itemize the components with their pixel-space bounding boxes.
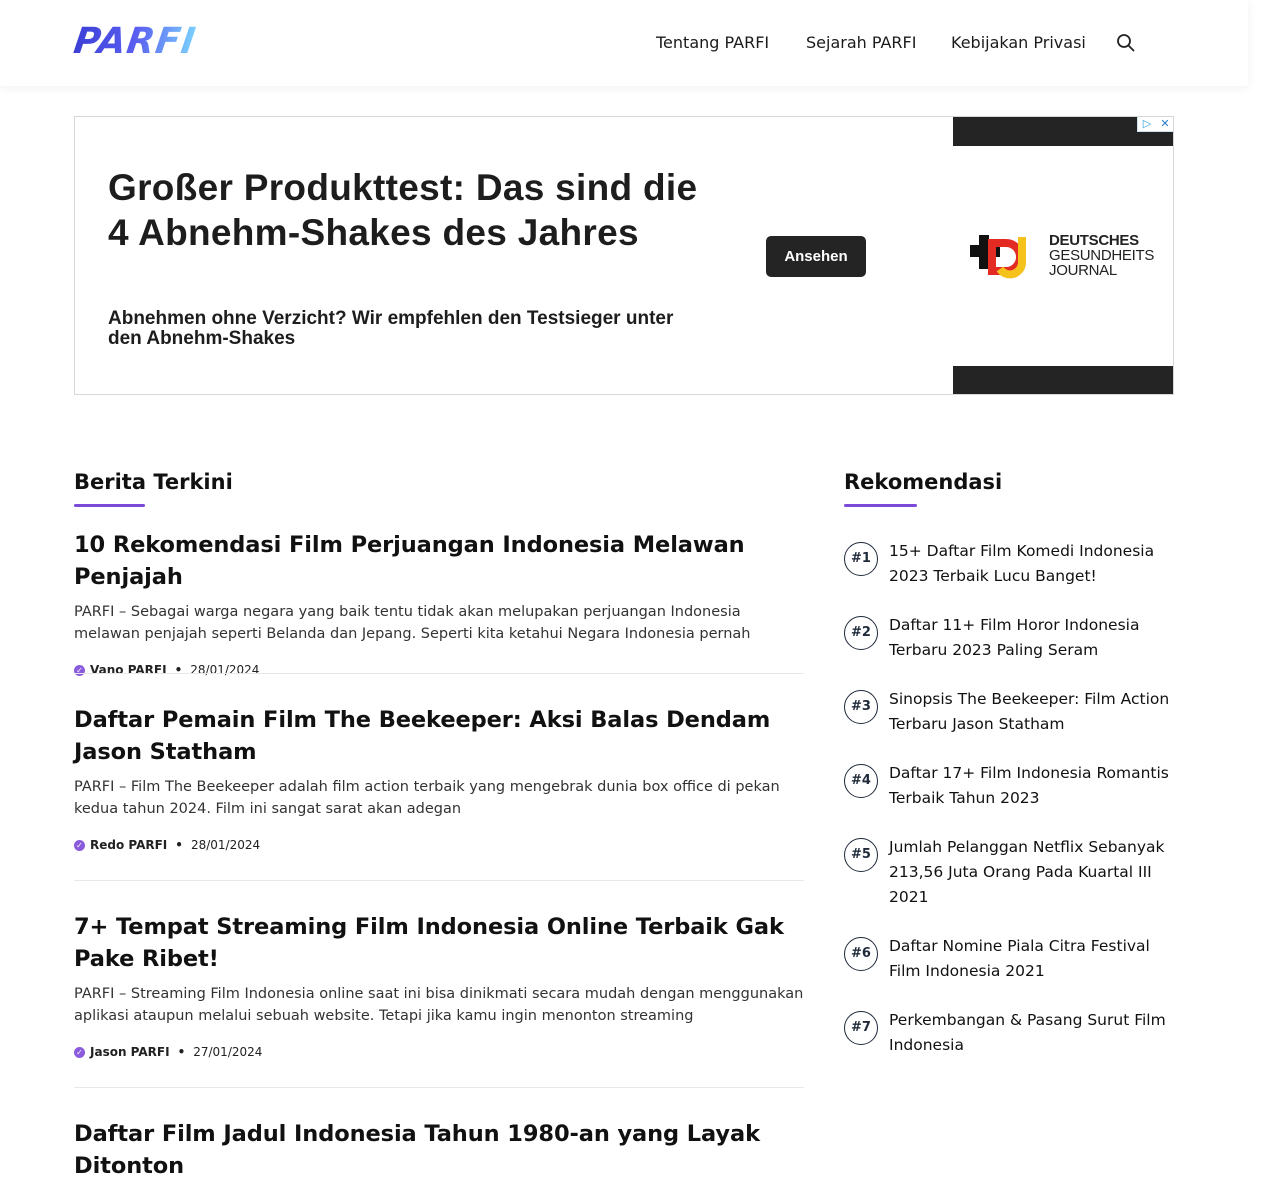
article-meta: ✓ Vano PARFI • 28/01/2024 xyxy=(74,662,804,678)
article-card: Daftar Pemain Film The Beekeeper: Aksi B… xyxy=(74,704,804,853)
close-icon[interactable]: ✕ xyxy=(1156,117,1173,132)
rank-badge: #2 xyxy=(844,616,878,650)
search-icon xyxy=(1117,34,1135,52)
rank-badge: #7 xyxy=(844,1011,878,1045)
article-card: Daftar Film Jadul Indonesia Tahun 1980-a… xyxy=(74,1118,804,1182)
article-title[interactable]: 7+ Tempat Streaming Film Indonesia Onlin… xyxy=(74,911,804,975)
article-card: 10 Rekomendasi Film Perjuangan Indonesia… xyxy=(74,529,804,678)
article-meta: ✓ Jason PARFI • 27/01/2024 xyxy=(74,1044,804,1060)
section-underline xyxy=(74,504,145,507)
article-divider xyxy=(74,880,804,881)
nav-link-tentang[interactable]: Tentang PARFI xyxy=(656,32,769,54)
article-date: 28/01/2024 xyxy=(190,663,260,677)
brand-logo-icon xyxy=(970,235,1026,279)
recommendation-title[interactable]: Sinopsis The Beekeeper: Film Action Terb… xyxy=(889,687,1174,737)
article-date: 28/01/2024 xyxy=(190,838,261,852)
article-title[interactable]: 10 Rekomendasi Film Perjuangan Indonesia… xyxy=(74,529,804,593)
meta-separator: • xyxy=(177,1045,186,1059)
ad-brand-name: DEUTSCHES GESUNDHEITS JOURNAL xyxy=(1049,233,1169,278)
ad-brand-line-1: DEUTSCHES xyxy=(1049,232,1139,249)
article-excerpt: PARFI – Film The Beekeeper adalah film a… xyxy=(74,779,780,817)
search-button[interactable] xyxy=(1116,33,1136,53)
article-title[interactable]: Daftar Film Jadul Indonesia Tahun 1980-a… xyxy=(74,1118,804,1182)
article-card: 7+ Tempat Streaming Film Indonesia Onlin… xyxy=(74,911,804,1060)
ad-brand-bottom-bar xyxy=(953,366,1173,394)
recommendation-title[interactable]: Daftar Nomine Piala Citra Festival Film … xyxy=(889,934,1174,984)
recommendation-title[interactable]: 15+ Daftar Film Komedi Indonesia 2023 Te… xyxy=(889,539,1174,589)
recommendation-title[interactable]: Daftar 11+ Film Horor Indonesia Terbaru … xyxy=(889,613,1174,663)
ad-headline[interactable]: Großer Produkttest: Das sind die 4 Abneh… xyxy=(108,165,728,255)
verified-badge-icon: ✓ xyxy=(74,839,85,851)
recommendation-title[interactable]: Perkembangan & Pasang Surut Film Indones… xyxy=(889,1008,1174,1058)
advertisement-banner[interactable]: Großer Produkttest: Das sind die 4 Abneh… xyxy=(74,116,1174,395)
article-author[interactable]: Jason PARFI xyxy=(90,1045,170,1059)
ad-brand-line-2: GESUNDHEITS xyxy=(1049,247,1155,264)
section-underline xyxy=(844,504,917,507)
rank-badge: #4 xyxy=(844,764,878,798)
article-author[interactable]: Vano PARFI xyxy=(90,663,167,677)
article-divider xyxy=(74,673,804,674)
recommendation-title[interactable]: Daftar 17+ Film Indonesia Romantis Terba… xyxy=(889,761,1174,811)
ad-cta-button[interactable]: Ansehen xyxy=(766,236,866,277)
meta-separator: • xyxy=(175,838,183,852)
article-excerpt: PARFI – Streaming Film Indonesia online … xyxy=(74,986,804,1024)
rank-badge: #6 xyxy=(844,937,878,971)
adchoices-icon[interactable]: ▷ xyxy=(1138,117,1156,132)
meta-separator: • xyxy=(174,663,183,677)
rank-badge: #3 xyxy=(844,690,878,724)
nav-link-kebijakan[interactable]: Kebijakan Privasi xyxy=(951,32,1086,54)
section-title-rekomendasi: Rekomendasi xyxy=(844,470,1003,494)
rank-badge: #1 xyxy=(844,542,878,576)
ad-brand-line-3: JOURNAL xyxy=(1049,262,1117,279)
article-divider xyxy=(74,1087,804,1088)
main-nav: Tentang PARFI Sejarah PARFI Kebijakan Pr… xyxy=(0,32,1248,54)
article-date: 27/01/2024 xyxy=(193,1045,263,1059)
article-excerpt: PARFI – Sebagai warga negara yang baik t… xyxy=(74,604,751,642)
site-header: PARFI Tentang PARFI Sejarah PARFI Kebija… xyxy=(0,0,1248,86)
article-meta: ✓ Redo PARFI • 28/01/2024 xyxy=(74,837,804,853)
article-title[interactable]: Daftar Pemain Film The Beekeeper: Aksi B… xyxy=(74,704,804,768)
ad-choices[interactable]: ▷ ✕ xyxy=(1137,117,1173,132)
verified-badge-icon: ✓ xyxy=(74,1046,85,1058)
ad-brand-panel[interactable]: DEUTSCHES GESUNDHEITS JOURNAL xyxy=(953,117,1173,394)
nav-link-sejarah[interactable]: Sejarah PARFI xyxy=(806,32,916,54)
article-author[interactable]: Redo PARFI xyxy=(90,838,167,852)
ad-subheadline[interactable]: Abnehmen ohne Verzicht? Wir empfehlen de… xyxy=(108,309,708,349)
section-title-berita-terkini: Berita Terkini xyxy=(74,470,233,494)
recommendation-title[interactable]: Jumlah Pelanggan Netflix Sebanyak 213,56… xyxy=(889,835,1174,910)
rank-badge: #5 xyxy=(844,838,878,872)
